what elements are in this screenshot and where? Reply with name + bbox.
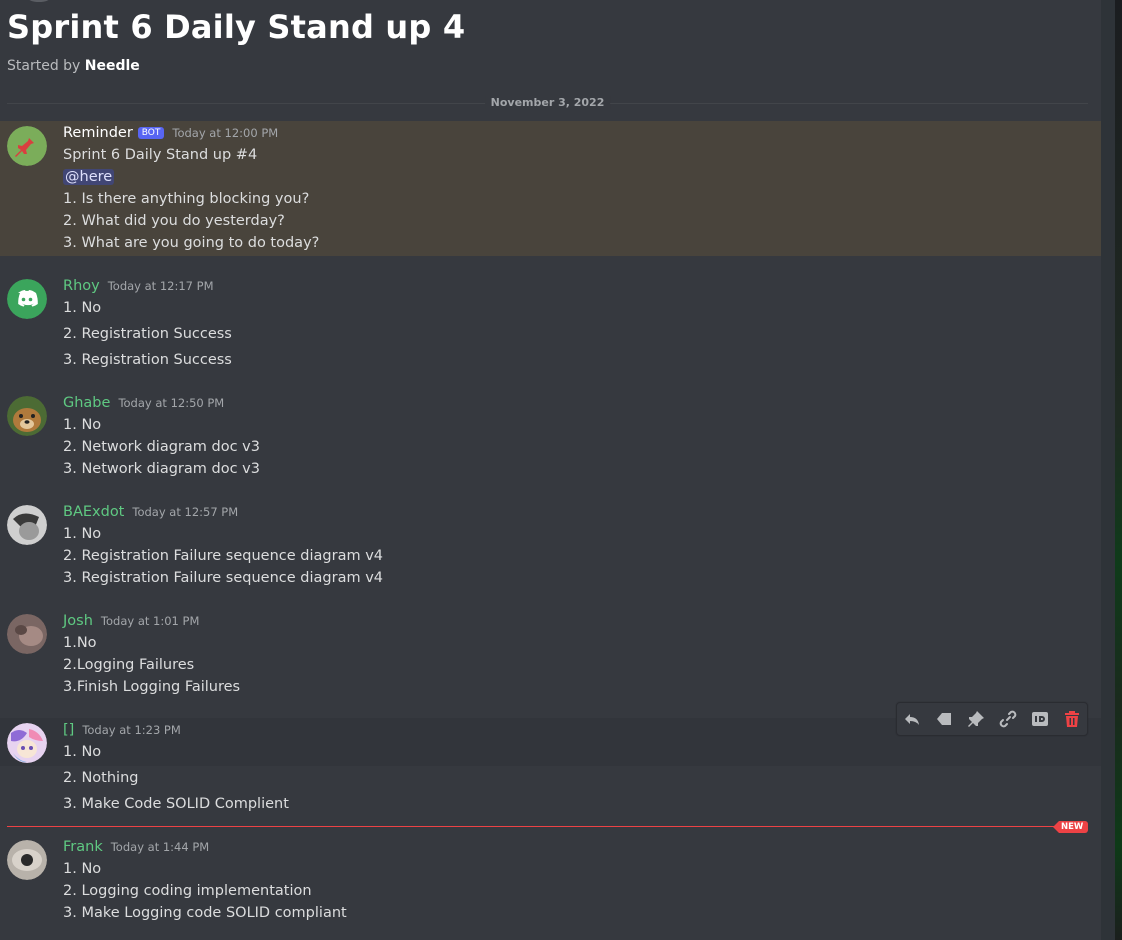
message-line: 1. Is there anything blocking you? — [63, 191, 310, 207]
thread-view: Sprint 6 Daily Stand up 4 Started by Nee… — [0, 0, 1101, 940]
message-line: 1. No — [63, 300, 102, 316]
message-line: 2. Registration Failure sequence diagram… — [63, 548, 383, 564]
avatar-josh[interactable] — [7, 614, 47, 654]
avatar-ghabe[interactable] — [7, 396, 47, 436]
scrollbar[interactable] — [1101, 0, 1115, 940]
author-name[interactable]: Rhoy — [63, 278, 100, 294]
message-baexdot[interactable]: BAExdot Today at 12:57 PM 1. No 2. Regis… — [0, 500, 1101, 592]
here-mention[interactable]: @here — [63, 169, 115, 185]
avatar-brackets[interactable] — [7, 723, 47, 763]
author-name[interactable]: BAExdot — [63, 504, 124, 520]
message-timestamp[interactable]: Today at 1:01 PM — [101, 614, 199, 628]
message-line: 1. No — [63, 526, 102, 542]
thread-subtitle: Started by Needle — [7, 58, 140, 74]
copy-link-icon[interactable] — [998, 709, 1018, 729]
started-by-label: Started by — [7, 58, 81, 74]
avatar-frank[interactable] — [7, 840, 47, 880]
message-rhoy[interactable]: Rhoy Today at 12:17 PM 1. No 2. Registra… — [0, 274, 1101, 374]
new-badge: NEW — [1053, 821, 1089, 833]
avatar-rhoy[interactable] — [7, 279, 47, 319]
message-line: 3. Make Code SOLID Complient — [63, 796, 289, 812]
message-line: 3. What are you going to do today? — [63, 235, 320, 251]
copy-id-icon[interactable] — [1030, 709, 1050, 729]
message-frank[interactable]: Frank Today at 1:44 PM 1. No 2. Logging … — [0, 835, 1101, 935]
message-line: 3. Registration Failure sequence diagram… — [63, 570, 383, 586]
message-line: 1.No — [63, 635, 97, 651]
message-josh[interactable]: Josh Today at 1:01 PM 1.No 2.Logging Fai… — [0, 609, 1101, 701]
message-line: 2. What did you do yesterday? — [63, 213, 285, 229]
message-line: 1. No — [63, 744, 102, 760]
message-line: 2.Logging Failures — [63, 657, 195, 673]
message-line: 2. Network diagram doc v3 — [63, 439, 260, 455]
message-line: Sprint 6 Daily Stand up #4 — [63, 147, 258, 163]
date-divider-label: November 3, 2022 — [484, 96, 611, 109]
author-name[interactable]: Ghabe — [63, 395, 110, 411]
delete-icon[interactable] — [1062, 709, 1082, 729]
message-line: 2. Registration Success — [63, 326, 232, 342]
message-timestamp[interactable]: Today at 12:17 PM — [108, 279, 214, 293]
message-line: 3.Finish Logging Failures — [63, 679, 241, 695]
author-name[interactable]: [] — [63, 722, 74, 738]
mark-unread-icon[interactable] — [934, 709, 954, 729]
message-timestamp[interactable]: Today at 12:00 PM — [172, 126, 278, 140]
avatar-baexdot[interactable] — [7, 505, 47, 545]
author-name[interactable]: Reminder — [63, 125, 133, 141]
message-line: 1. No — [63, 417, 102, 433]
reply-icon[interactable] — [902, 709, 922, 729]
message-reminder[interactable]: Reminder BOT Today at 12:00 PM Sprint 6 … — [0, 121, 1101, 256]
pin-icon[interactable] — [966, 709, 986, 729]
avatar-reminder[interactable] — [7, 126, 47, 166]
message-timestamp[interactable]: Today at 1:23 PM — [82, 723, 180, 737]
message-line: 3. Registration Success — [63, 352, 232, 368]
message-timestamp[interactable]: Today at 12:50 PM — [118, 396, 224, 410]
thread-title: Sprint 6 Daily Stand up 4 — [7, 8, 466, 46]
message-line: 2. Nothing — [63, 770, 139, 786]
date-divider: November 3, 2022 — [7, 94, 1088, 114]
message-timestamp[interactable]: Today at 12:57 PM — [132, 505, 238, 519]
new-messages-divider — [7, 826, 1088, 828]
message-actions-toolbar — [896, 702, 1088, 736]
message-line: 3. Make Logging code SOLID compliant — [63, 905, 347, 921]
discord-logo-icon — [7, 279, 47, 319]
bot-tag: BOT — [137, 127, 165, 139]
message-ghabe[interactable]: Ghabe Today at 12:50 PM 1. No 2. Network… — [0, 391, 1101, 483]
author-name[interactable]: Frank — [63, 839, 103, 855]
thread-starter-name[interactable]: Needle — [85, 58, 140, 74]
background-window-edge — [1115, 0, 1122, 940]
message-line: 2. Logging coding implementation — [63, 883, 312, 899]
message-line: 1. No — [63, 861, 102, 877]
message-timestamp[interactable]: Today at 1:44 PM — [111, 840, 209, 854]
message-line: 3. Network diagram doc v3 — [63, 461, 260, 477]
avatar-fragment — [28, 0, 50, 2]
author-name[interactable]: Josh — [63, 613, 93, 629]
